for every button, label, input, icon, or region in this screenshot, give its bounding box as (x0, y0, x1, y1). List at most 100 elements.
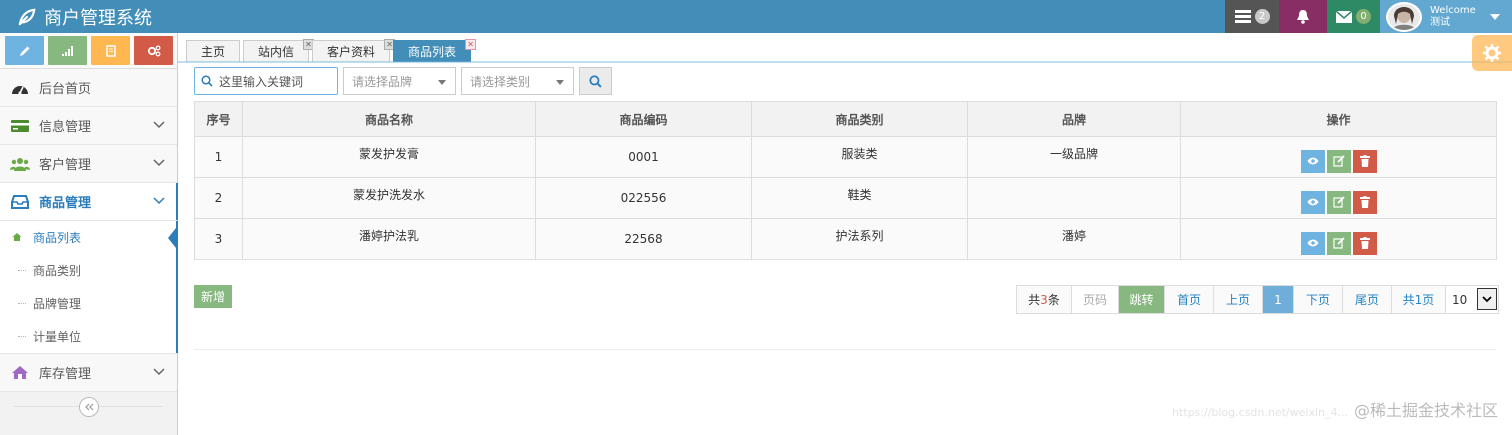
navbar-right: 2 0 Welcome 测试 (1225, 0, 1512, 33)
users-icon (10, 155, 30, 173)
table-row[interactable]: 3 潘婷护法乳 22568 护法系列 潘婷 (194, 218, 1497, 260)
edit-button[interactable] (1326, 231, 1351, 255)
brand-select[interactable]: 请选择品牌 (343, 67, 456, 95)
submenu-item-unit[interactable]: 计量单位 (0, 320, 177, 353)
submenu-item-brand[interactable]: 品牌管理 (0, 287, 177, 320)
pager-pages-total: 共1页 (1392, 286, 1446, 313)
prev-page-button[interactable]: 上页 (1214, 286, 1263, 313)
tasks-icon (1234, 10, 1251, 23)
edit-button[interactable] (1326, 190, 1351, 214)
column-header[interactable]: 序号 (194, 101, 243, 137)
cell-name: 潘婷护法乳 (242, 218, 536, 260)
shortcut-book-button[interactable] (91, 36, 130, 65)
tab-customer-profile[interactable]: 客户资料 ✕ (312, 39, 396, 62)
cell-category: 鞋类 (751, 177, 968, 219)
edit-icon (1332, 237, 1345, 249)
cell-actions (1180, 177, 1497, 219)
pagination: 共3条 页码 跳转 首页 上页 1 下页 尾页 共1页 10 (1016, 285, 1499, 314)
cell-category: 护法系列 (751, 218, 968, 260)
cell-brand: 潘婷 (967, 218, 1181, 260)
sidebar-item-products[interactable]: 商品管理 (0, 183, 178, 221)
current-page-button[interactable]: 1 (1263, 286, 1294, 313)
view-button[interactable] (1300, 231, 1325, 255)
sidebar-item-info[interactable]: 信息管理 (0, 107, 177, 145)
main-content: 主页 站内信 ✕ 客户资料 ✕ 商品列表 ✕ 这里输入关键词 请选择品牌 请选择… (178, 33, 1512, 435)
delete-button[interactable] (1352, 231, 1377, 255)
cell-no: 3 (194, 218, 243, 260)
cell-actions (1180, 136, 1497, 178)
sidebar-item-inventory[interactable]: 库存管理 (0, 354, 177, 392)
cogs-icon (147, 45, 160, 56)
products-submenu: 商品列表 商品类别 品牌管理 计量单位 (0, 221, 178, 354)
table-header-row: 序号 商品名称 商品编码 商品类别 品牌 操作 (194, 101, 1497, 137)
sidebar-item-customers[interactable]: 客户管理 (0, 145, 177, 183)
cell-code: 22568 (535, 218, 752, 260)
trash-icon (1359, 155, 1370, 167)
submenu-item-product-list[interactable]: 商品列表 (0, 221, 177, 254)
table-row[interactable]: 2 蒙发护洗发水 022556 鞋类 (194, 177, 1497, 219)
delete-button[interactable] (1352, 190, 1377, 214)
tasks-button[interactable]: 2 (1225, 0, 1279, 33)
last-page-button[interactable]: 尾页 (1343, 286, 1392, 313)
first-page-button[interactable]: 首页 (1165, 286, 1214, 313)
delete-button[interactable] (1352, 149, 1377, 173)
search-bar: 这里输入关键词 请选择品牌 请选择类别 (194, 67, 612, 95)
close-icon[interactable]: ✕ (465, 39, 477, 50)
home-icon (12, 233, 22, 241)
cell-code: 022556 (535, 177, 752, 219)
tab-label: 站内信 (258, 45, 295, 59)
caret-down-icon (1489, 13, 1500, 20)
shortcut-cogs-button[interactable] (134, 36, 173, 65)
submenu-item-label: 商品类别 (33, 264, 82, 278)
search-button[interactable] (579, 67, 612, 95)
tab-inbox[interactable]: 站内信 ✕ (243, 39, 315, 62)
keyword-input[interactable]: 这里输入关键词 (194, 67, 338, 95)
page-size-select[interactable]: 10 (1446, 286, 1498, 313)
tab-product-list[interactable]: 商品列表 ✕ (393, 39, 477, 62)
watermark-faint-url: https://blog.csdn.net/weixin_4... (1171, 406, 1348, 419)
column-header: 操作 (1180, 101, 1497, 137)
shortcut-signal-button[interactable] (48, 36, 87, 65)
settings-button[interactable] (1472, 35, 1512, 71)
submenu-item-label: 计量单位 (33, 330, 82, 344)
tasks-badge: 2 (1254, 9, 1270, 24)
row-actions (1300, 231, 1377, 255)
view-button[interactable] (1300, 149, 1325, 173)
cell-name: 蒙发护发膏 (242, 136, 536, 178)
inbox-icon (10, 193, 30, 211)
column-header[interactable]: 商品类别 (751, 101, 968, 137)
next-page-button[interactable]: 下页 (1294, 286, 1343, 313)
cell-actions (1180, 218, 1497, 260)
signal-icon (61, 45, 73, 56)
chevron-down-icon (153, 197, 165, 205)
sidebar-item-label: 客户管理 (39, 158, 92, 173)
tab-home[interactable]: 主页 (186, 40, 241, 62)
edit-button[interactable] (1326, 149, 1351, 173)
add-button[interactable]: 新增 (194, 285, 232, 308)
user-menu[interactable]: Welcome 测试 (1380, 0, 1512, 33)
column-header[interactable]: 品牌 (967, 101, 1181, 137)
footer-divider (194, 349, 1496, 350)
collapse-sidebar-button[interactable] (78, 397, 99, 417)
column-header[interactable]: 商品编码 (535, 101, 752, 137)
jump-button[interactable]: 跳转 (1119, 286, 1165, 313)
table-row[interactable]: 1 蒙发护发膏 0001 服装类 一级品牌 (194, 136, 1497, 178)
column-header[interactable]: 商品名称 (242, 101, 536, 137)
view-button[interactable] (1300, 190, 1325, 214)
notifications-button[interactable] (1279, 0, 1327, 33)
sidebar-item-label: 商品管理 (39, 196, 92, 211)
submenu-item-product-category[interactable]: 商品类别 (0, 254, 177, 287)
sidebar-item-dashboard[interactable]: 后台首页 (0, 69, 177, 107)
category-select[interactable]: 请选择类别 (461, 67, 574, 95)
page-number-input[interactable]: 页码 (1072, 286, 1119, 313)
pencil-icon (19, 46, 29, 56)
home-icon (10, 364, 30, 382)
brand[interactable]: 商户管理系统 (18, 0, 152, 33)
messages-button[interactable]: 0 (1327, 0, 1380, 33)
shortcut-pencil-button[interactable] (5, 36, 44, 65)
messages-badge: 0 (1356, 9, 1371, 24)
chevron-down-icon (153, 159, 165, 167)
leaf-icon (18, 8, 36, 25)
row-actions (1300, 149, 1377, 173)
chevron-down-icon (153, 121, 165, 129)
